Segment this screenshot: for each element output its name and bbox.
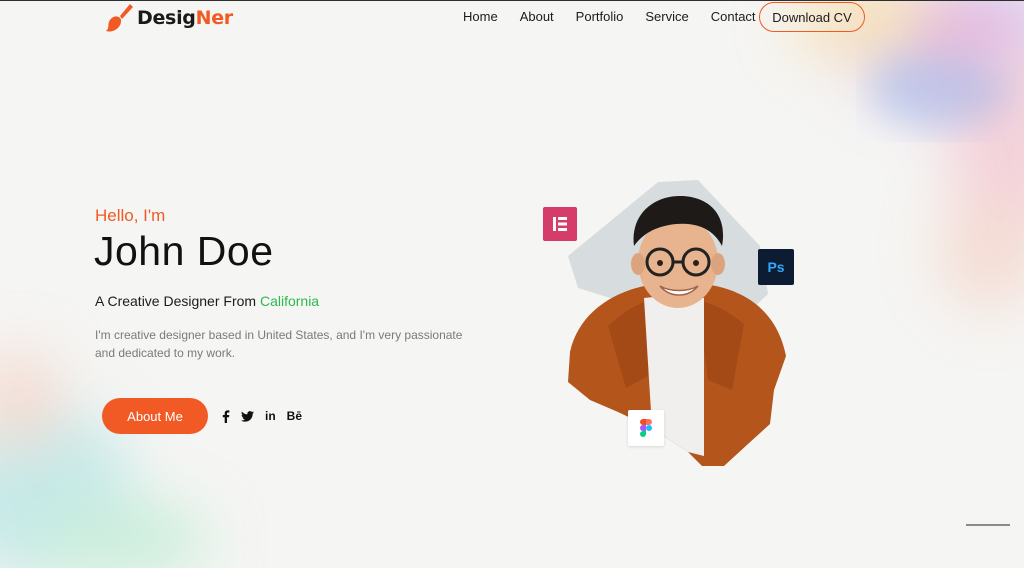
about-me-button[interactable]: About Me	[102, 398, 208, 434]
download-cv-button[interactable]: Download CV	[759, 2, 865, 32]
twitter-icon[interactable]	[241, 410, 254, 422]
brand-name: DesigNer	[137, 7, 233, 29]
main-nav: Home About Portfolio Service Contact	[463, 9, 778, 25]
behance-icon[interactable]: Bē	[287, 409, 302, 423]
photoshop-badge: Ps	[758, 249, 794, 285]
social-links: in Bē	[222, 409, 313, 423]
figma-badge	[628, 410, 664, 446]
elementor-badge	[543, 207, 577, 241]
photoshop-icon: Ps	[767, 259, 785, 275]
hero-greeting: Hello, I'm	[95, 206, 166, 225]
facebook-icon[interactable]	[222, 409, 230, 423]
scroll-indicator	[966, 524, 1010, 526]
elementor-icon	[553, 217, 567, 231]
nav-service[interactable]: Service	[645, 9, 688, 25]
nav-contact[interactable]: Contact	[711, 9, 756, 25]
top-border	[0, 0, 1024, 1]
hero-description: I'm creative designer based in United St…	[95, 328, 463, 360]
hero-tagline: A Creative Designer From California	[95, 293, 320, 309]
nav-about[interactable]: About	[520, 9, 554, 25]
nav-portfolio[interactable]: Portfolio	[576, 9, 624, 25]
brand-logo[interactable]: DesigNer	[104, 2, 233, 34]
hero-name: John Doe	[94, 228, 274, 274]
figma-icon	[640, 419, 652, 437]
watercolor-background	[0, 0, 1024, 568]
linkedin-icon[interactable]: in	[265, 409, 276, 423]
paintbrush-logo-icon	[106, 4, 133, 32]
nav-home[interactable]: Home	[463, 9, 498, 25]
designer-portrait	[568, 180, 786, 466]
tagline-location: California	[259, 293, 320, 309]
